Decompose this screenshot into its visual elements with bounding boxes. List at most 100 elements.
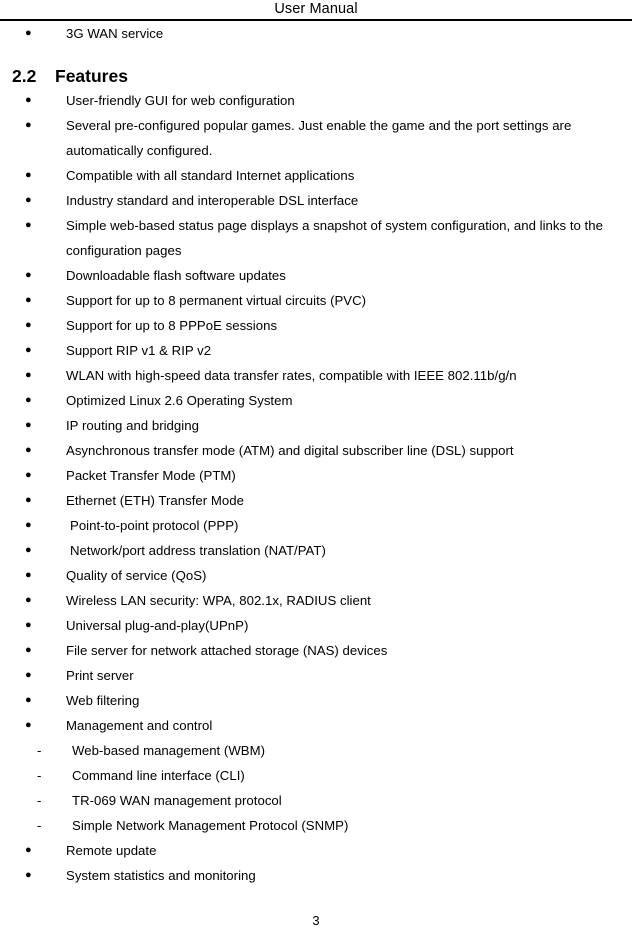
- header-title: User Manual: [274, 1, 358, 17]
- list-item: Web filtering: [0, 688, 632, 713]
- intro-list: 3G WAN service: [0, 21, 632, 46]
- list-item: Universal plug-and-play(UPnP): [0, 613, 632, 638]
- bullet-marker-icon: [0, 463, 91, 488]
- bullet-marker-icon: [0, 288, 91, 313]
- list-item: Packet Transfer Mode (PTM): [0, 463, 632, 488]
- page-header: User Manual: [0, 0, 632, 21]
- list-item: System statistics and monitoring: [0, 863, 632, 888]
- list-item-text: Wireless LAN security: WPA, 802.1x, RADI…: [66, 593, 371, 608]
- page-number: 3: [312, 913, 320, 928]
- list-item-text: TR-069 WAN management protocol: [72, 793, 282, 808]
- list-item-text: File server for network attached storage…: [66, 643, 388, 658]
- list-item: Network/port address translation (NAT/PA…: [0, 538, 632, 563]
- bullet-marker-icon: [0, 663, 91, 688]
- list-item: Industry standard and interoperable DSL …: [0, 188, 632, 213]
- list-item-text: IP routing and bridging: [66, 418, 199, 433]
- list-item: IP routing and bridging: [0, 413, 632, 438]
- list-item-text: Downloadable flash software updates: [66, 268, 286, 283]
- bullet-marker-icon: [0, 21, 91, 46]
- list-item-text: Command line interface (CLI): [72, 768, 245, 783]
- sub-list-item: Web-based management (WBM): [0, 738, 632, 763]
- bullet-marker-icon: [0, 413, 91, 438]
- page-footer: 3: [0, 913, 632, 929]
- list-item-text: 3G WAN service: [66, 26, 164, 41]
- features-list: User-friendly GUI for web configuration S…: [0, 88, 632, 888]
- list-item-text: Print server: [66, 668, 134, 683]
- sub-list-item: TR-069 WAN management protocol: [0, 788, 632, 813]
- list-item-text: Packet Transfer Mode (PTM): [66, 468, 236, 483]
- list-item-text: Simple web-based status page displays a …: [66, 218, 603, 258]
- list-item-text: Support for up to 8 PPPoE sessions: [66, 318, 278, 333]
- bullet-marker-icon: [0, 638, 91, 663]
- list-item-text: Remote update: [66, 843, 157, 858]
- sub-list-item: Command line interface (CLI): [0, 763, 632, 788]
- section-title: Features: [55, 66, 128, 86]
- bullet-marker-icon: [0, 388, 91, 413]
- list-item: Quality of service (QoS): [0, 563, 632, 588]
- bullet-marker-icon: [0, 213, 91, 238]
- bullet-marker-icon: [0, 263, 91, 288]
- section-heading: 2.2 Features: [0, 46, 632, 88]
- bullet-marker-icon: [0, 513, 91, 538]
- list-item: Simple web-based status page displays a …: [0, 213, 632, 263]
- list-item-text: Web-based management (WBM): [72, 743, 266, 758]
- list-item-text: Industry standard and interoperable DSL …: [66, 193, 359, 208]
- list-item: Wireless LAN security: WPA, 802.1x, RADI…: [0, 588, 632, 613]
- list-item: WLAN with high-speed data transfer rates…: [0, 363, 632, 388]
- bullet-marker-icon: [0, 563, 91, 588]
- dash-marker-icon: [0, 813, 109, 838]
- list-item-text: Network/port address translation (NAT/PA…: [70, 543, 326, 558]
- bullet-marker-icon: [0, 588, 91, 613]
- bullet-marker-icon: [0, 863, 91, 888]
- dash-marker-icon: [0, 763, 109, 788]
- list-item: Management and control: [0, 713, 632, 738]
- page-content: 3G WAN service 2.2 Features User-friendl…: [0, 21, 632, 888]
- list-item: Support for up to 8 permanent virtual ci…: [0, 288, 632, 313]
- bullet-marker-icon: [0, 488, 91, 513]
- list-item: Asynchronous transfer mode (ATM) and dig…: [0, 438, 632, 463]
- bullet-marker-icon: [0, 838, 91, 863]
- list-item: Point-to-point protocol (PPP): [0, 513, 632, 538]
- bullet-marker-icon: [0, 338, 91, 363]
- list-item-text: Compatible with all standard Internet ap…: [66, 168, 355, 183]
- bullet-marker-icon: [0, 363, 91, 388]
- list-item-text: Management and control: [66, 718, 213, 733]
- bullet-marker-icon: [0, 538, 91, 563]
- bullet-marker-icon: [0, 688, 91, 713]
- list-item: 3G WAN service: [0, 21, 632, 46]
- list-item: File server for network attached storage…: [0, 638, 632, 663]
- bullet-marker-icon: [0, 188, 91, 213]
- list-item-text: Universal plug-and-play(UPnP): [66, 618, 249, 633]
- list-item: Compatible with all standard Internet ap…: [0, 163, 632, 188]
- list-item-text: Asynchronous transfer mode (ATM) and dig…: [66, 443, 514, 458]
- list-item: Optimized Linux 2.6 Operating System: [0, 388, 632, 413]
- list-item: Print server: [0, 663, 632, 688]
- section-number: 2.2: [12, 66, 37, 86]
- bullet-marker-icon: [0, 613, 91, 638]
- list-item: Downloadable flash software updates: [0, 263, 632, 288]
- bullet-marker-icon: [0, 163, 91, 188]
- list-item: Ethernet (ETH) Transfer Mode: [0, 488, 632, 513]
- list-item-text: Web filtering: [66, 693, 140, 708]
- list-item: Support RIP v1 & RIP v2: [0, 338, 632, 363]
- list-item-text: Support RIP v1 & RIP v2: [66, 343, 212, 358]
- list-item-text: Optimized Linux 2.6 Operating System: [66, 393, 293, 408]
- list-item-text: WLAN with high-speed data transfer rates…: [66, 368, 517, 383]
- bullet-marker-icon: [0, 113, 91, 138]
- list-item-text: Several pre-configured popular games. Ju…: [66, 118, 572, 158]
- list-item: Support for up to 8 PPPoE sessions: [0, 313, 632, 338]
- list-item: Remote update: [0, 838, 632, 863]
- sub-list-item: Simple Network Management Protocol (SNMP…: [0, 813, 632, 838]
- bullet-marker-icon: [0, 88, 91, 113]
- list-item-text: Support for up to 8 permanent virtual ci…: [66, 293, 367, 308]
- list-item-text: Quality of service (QoS): [66, 568, 207, 583]
- list-item-text: User-friendly GUI for web configuration: [66, 93, 295, 108]
- bullet-marker-icon: [0, 713, 91, 738]
- bullet-marker-icon: [0, 438, 91, 463]
- bullet-marker-icon: [0, 313, 91, 338]
- list-item: Several pre-configured popular games. Ju…: [0, 113, 632, 163]
- list-item-text: Point-to-point protocol (PPP): [70, 518, 239, 533]
- dash-marker-icon: [0, 738, 109, 763]
- list-item-text: System statistics and monitoring: [66, 868, 256, 883]
- list-item: User-friendly GUI for web configuration: [0, 88, 632, 113]
